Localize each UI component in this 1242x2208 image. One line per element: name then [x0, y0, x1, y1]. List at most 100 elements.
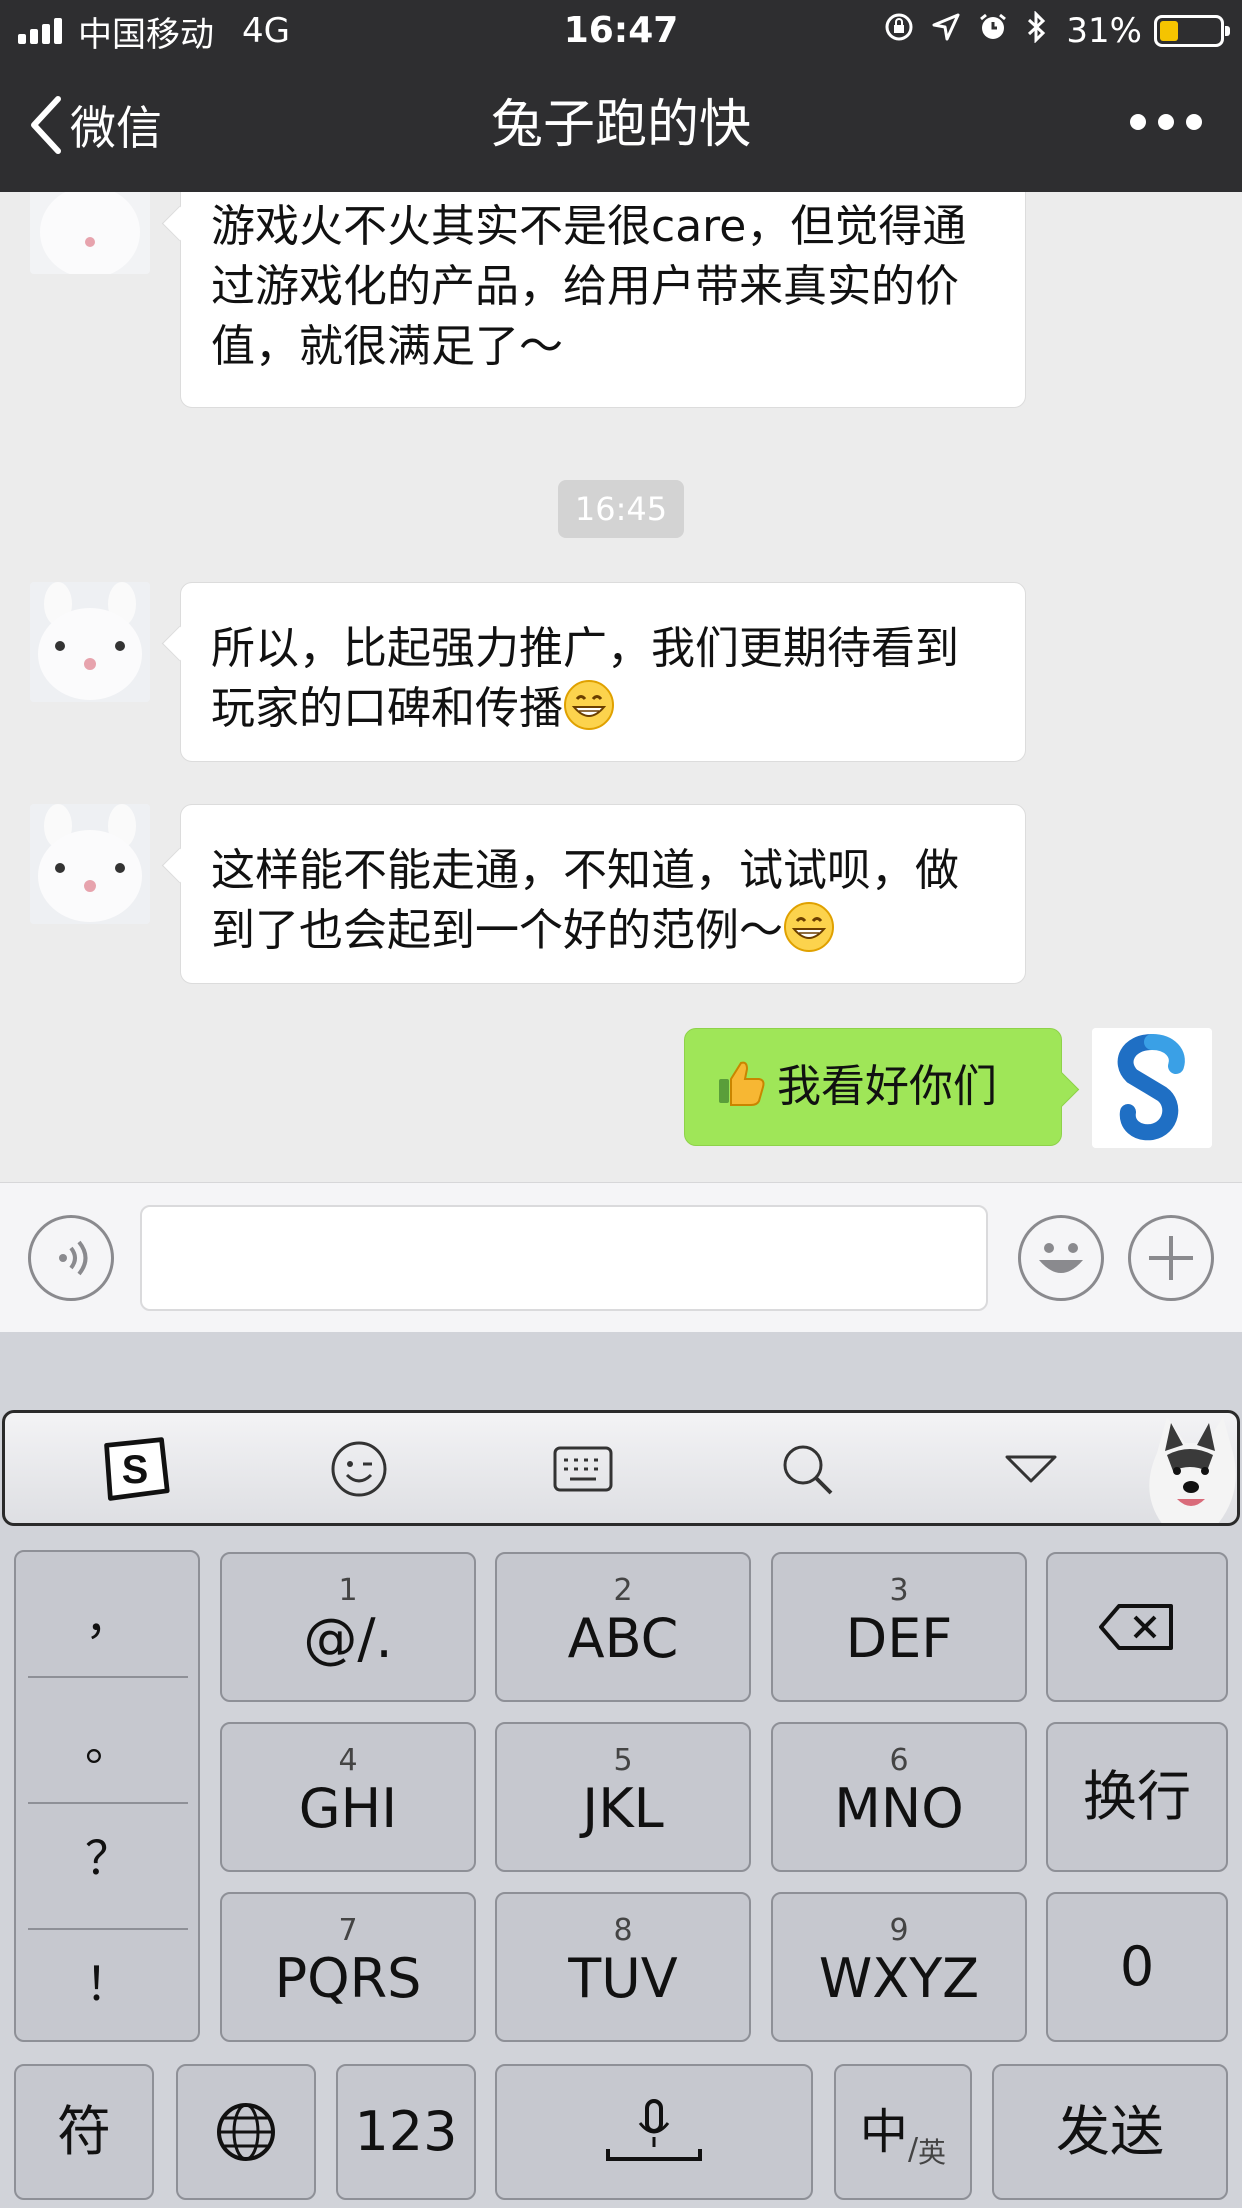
key-label: WXYZ	[818, 1947, 980, 2010]
message-bubble[interactable]: 所以，比起强力推广，我们更期待看到玩家的口碑和传播	[180, 582, 1026, 762]
key-7[interactable]: 7 PQRS	[220, 1892, 476, 2042]
key-6[interactable]: 6 MNO	[771, 1722, 1027, 1872]
voice-icon	[59, 1240, 88, 1276]
location-icon	[932, 13, 960, 49]
language-switch-key[interactable]: 中 / 英	[834, 2064, 972, 2200]
search-icon[interactable]	[771, 1433, 843, 1505]
numbers-key[interactable]: 123	[336, 2064, 476, 2200]
status-bar: 中国移动 4G 16:47 31%	[0, 0, 1242, 62]
bluetooth-icon	[1026, 10, 1048, 51]
hide-keyboard-icon[interactable]	[995, 1433, 1067, 1505]
key-label: 换行	[1083, 1765, 1191, 1828]
chat-header: 微信 兔子跑的快	[0, 62, 1242, 192]
contact-avatar[interactable]	[30, 192, 150, 274]
message-timestamp: 16:45	[558, 480, 684, 538]
rabbit-avatar-icon	[30, 192, 150, 274]
key-label: ABC	[567, 1607, 679, 1670]
more-options-button[interactable]	[1118, 114, 1202, 130]
my-avatar[interactable]	[1092, 1028, 1212, 1148]
keyboard-toolbar: S	[2, 1410, 1240, 1526]
grin-emoji-icon	[564, 680, 614, 730]
grin-emoji-icon	[784, 902, 834, 952]
rabbit-avatar-icon	[30, 804, 150, 924]
message-text: 游戏火不火其实不是很care，但觉得通过游戏化的产品，给用户带来真实的价值，就很…	[211, 201, 967, 372]
smiley-icon	[1039, 1243, 1083, 1273]
key-number: 1	[338, 1573, 358, 1608]
punct-key-exclaim[interactable]: ！	[28, 1918, 188, 2044]
punct-key-comma[interactable]: ，	[28, 1552, 188, 1678]
sogou-logo-icon[interactable]: S	[99, 1433, 171, 1505]
key-label: 符	[57, 2100, 111, 2163]
svg-text:S: S	[122, 1448, 149, 1492]
key-4[interactable]: 4 GHI	[220, 1722, 476, 1872]
chat-area[interactable]: 游戏火不火其实不是很care，但觉得通过游戏化的产品，给用户带来真实的价值，就很…	[0, 192, 1242, 1182]
key-5[interactable]: 5 JKL	[495, 1722, 751, 1872]
dot-icon	[1186, 114, 1202, 130]
key-3[interactable]: 3 DEF	[771, 1552, 1027, 1702]
battery-icon	[1154, 15, 1230, 47]
emoticon-icon[interactable]	[323, 1433, 395, 1505]
dot-icon	[1158, 114, 1174, 130]
page-title: 兔子跑的快	[490, 95, 751, 155]
battery-fill	[1160, 21, 1178, 41]
contact-avatar[interactable]	[30, 582, 150, 702]
key-9[interactable]: 9 WXYZ	[771, 1892, 1027, 2042]
key-number: 8	[613, 1913, 633, 1948]
message-text: 我看好你们	[777, 1061, 997, 1112]
plus-icon	[1149, 1236, 1193, 1280]
punct-key-question[interactable]: ？	[28, 1792, 188, 1918]
message-input[interactable]	[140, 1205, 988, 1311]
key-0[interactable]: 0	[1046, 1892, 1228, 2042]
message-bubble[interactable]: 游戏火不火其实不是很care，但觉得通过游戏化的产品，给用户带来真实的价值，就很…	[180, 192, 1026, 408]
battery-percent: 31%	[1066, 11, 1142, 51]
message-bubble[interactable]: 这样能不能走通，不知道，试试呗，做到了也会起到一个好的范例～	[180, 804, 1026, 984]
key-sublabel: 英	[918, 2136, 947, 2169]
key-number: 4	[338, 1743, 358, 1778]
key-label: GHI	[298, 1777, 398, 1840]
backspace-icon	[1099, 1604, 1173, 1650]
key-label: TUV	[568, 1947, 678, 2010]
more-attachments-button[interactable]	[1128, 1215, 1214, 1301]
key-number: 7	[338, 1913, 358, 1948]
key-number: 6	[889, 1743, 909, 1778]
key-1[interactable]: 1 @/.	[220, 1552, 476, 1702]
rabbit-avatar-icon	[30, 582, 150, 702]
orientation-lock-icon	[884, 12, 914, 50]
send-key[interactable]: 发送	[992, 2064, 1228, 2200]
newline-key[interactable]: 换行	[1046, 1722, 1228, 1872]
key-label: 0	[1119, 1935, 1155, 1998]
key-8[interactable]: 8 TUV	[495, 1892, 751, 2042]
contact-avatar[interactable]	[30, 804, 150, 924]
thumbs-up-icon	[719, 1061, 765, 1106]
microphone-icon	[606, 2099, 702, 2161]
key-2[interactable]: 2 ABC	[495, 1552, 751, 1702]
voice-input-button[interactable]	[28, 1215, 114, 1301]
punctuation-column: ， 。 ？ ！	[14, 1550, 200, 2042]
key-label: PQRS	[274, 1947, 422, 2010]
key-label: @/.	[303, 1607, 393, 1670]
symbols-key[interactable]: 符	[14, 2064, 154, 2200]
keyboard: S ， 。 ？ ！ 1@/. 2ABC 3DEF 4GHI 5JKL	[0, 1332, 1242, 2208]
key-label: 中	[859, 2104, 908, 2160]
key-label: DEF	[845, 1607, 953, 1670]
message-text: 这样能不能走通，不知道，试试呗，做到了也会起到一个好的范例～	[211, 845, 959, 956]
emoji-button[interactable]	[1018, 1215, 1104, 1301]
key-number: 5	[613, 1743, 633, 1778]
key-label: MNO	[834, 1777, 964, 1840]
key-label: 发送	[1056, 2100, 1164, 2163]
globe-icon	[217, 2103, 275, 2161]
husky-skin-icon	[1137, 1413, 1237, 1523]
key-number: 2	[613, 1573, 633, 1608]
punct-key-period[interactable]: 。	[28, 1678, 188, 1804]
key-label: 123	[354, 2100, 458, 2163]
status-icons: 31%	[884, 8, 1230, 54]
backspace-key[interactable]	[1046, 1552, 1228, 1702]
key-number: 3	[889, 1573, 909, 1608]
key-number: 9	[889, 1913, 909, 1948]
message-input-bar	[0, 1182, 1242, 1332]
space-key[interactable]	[495, 2064, 813, 2200]
alarm-icon	[978, 12, 1008, 50]
keyboard-layout-icon[interactable]	[547, 1433, 619, 1505]
globe-key[interactable]	[176, 2064, 316, 2200]
sent-message-bubble[interactable]: 我看好你们	[684, 1028, 1062, 1146]
